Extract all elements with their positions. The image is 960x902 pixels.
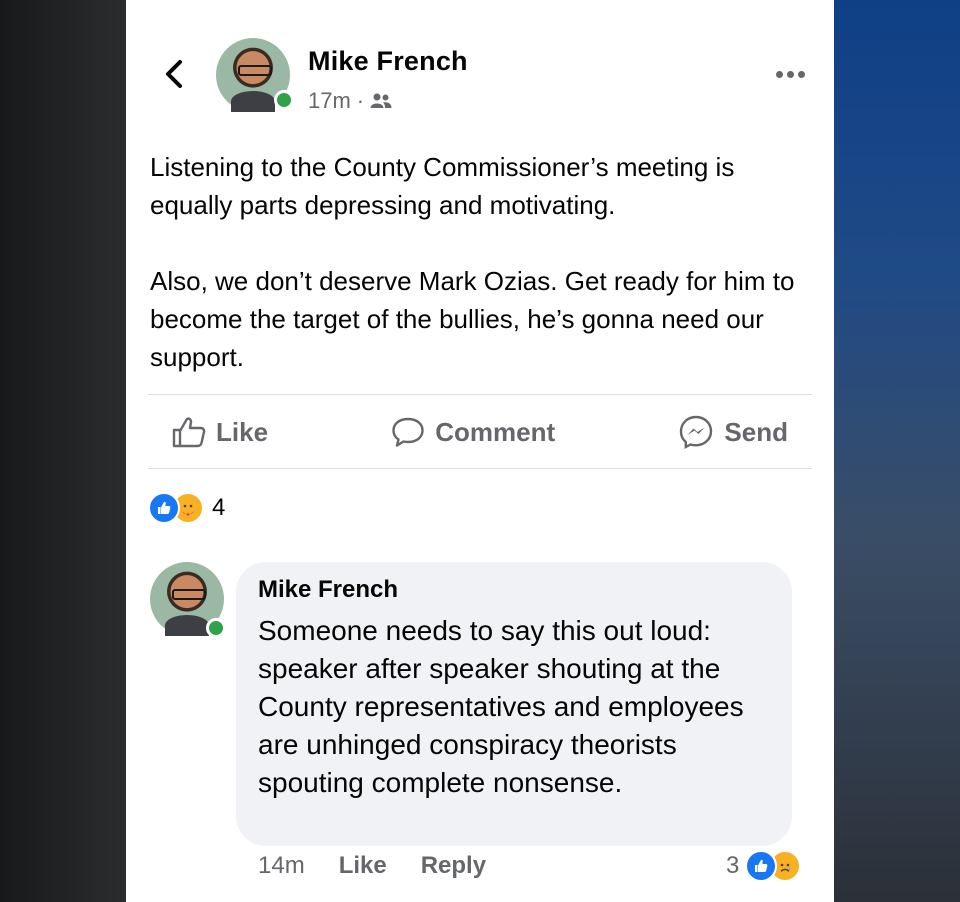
- like-label: Like: [216, 416, 269, 447]
- send-label: Send: [724, 416, 788, 447]
- author-name[interactable]: Mike French: [308, 46, 468, 77]
- comment-like-button[interactable]: Like: [339, 852, 387, 880]
- messenger-icon: [680, 415, 713, 449]
- comment-bubble: Mike French Someone needs to say this ou…: [236, 562, 792, 846]
- post-action-bar: Like Comment Send: [148, 396, 812, 468]
- like-reaction-icon: [745, 850, 778, 882]
- post-paragraph: Listening to the County Commissioner’s m…: [150, 152, 735, 220]
- like-button[interactable]: Like: [148, 416, 292, 448]
- back-button[interactable]: [156, 56, 192, 92]
- post-reactions[interactable]: 4: [148, 492, 225, 524]
- online-status-icon: [274, 90, 294, 110]
- dot-icon: [775, 70, 783, 78]
- like-reaction-icon: [148, 492, 180, 524]
- comment-footer: 14m Like Reply: [258, 852, 486, 880]
- chevron-left-icon: [166, 60, 182, 88]
- comment-button[interactable]: Comment: [367, 416, 579, 448]
- comment-label: Comment: [435, 416, 556, 447]
- divider: [148, 394, 812, 395]
- comment-text: Someone needs to say this out loud: spea…: [258, 615, 744, 798]
- comment-timestamp[interactable]: 14m: [258, 852, 305, 880]
- comment-reactions[interactable]: 3: [726, 850, 802, 882]
- reaction-count: 4: [212, 494, 226, 521]
- post-paragraph: Also, we don’t deserve Mark Ozias. Get r…: [150, 266, 795, 372]
- send-button[interactable]: Send: [654, 414, 812, 450]
- left-background: [0, 0, 126, 902]
- post-card: Mike French 17m · Listening to the Count…: [126, 0, 834, 902]
- right-background: [834, 0, 960, 902]
- friends-icon: [370, 93, 392, 108]
- comment-reply-button[interactable]: Reply: [421, 852, 486, 880]
- more-options-button[interactable]: [770, 62, 810, 86]
- meta-separator: ·: [356, 88, 365, 113]
- thumbs-up-icon: [172, 417, 206, 448]
- comment-reaction-count: 3: [726, 852, 740, 879]
- post-meta: 17m ·: [308, 88, 392, 114]
- online-status-icon: [206, 618, 226, 638]
- divider: [148, 468, 812, 469]
- dot-icon: [797, 70, 805, 78]
- comment-author[interactable]: Mike French: [258, 576, 398, 604]
- post-body: Listening to the County Commissioner’s m…: [150, 148, 818, 376]
- comment-icon: [392, 417, 424, 447]
- dot-icon: [786, 70, 794, 78]
- post-timestamp[interactable]: 17m: [308, 88, 351, 114]
